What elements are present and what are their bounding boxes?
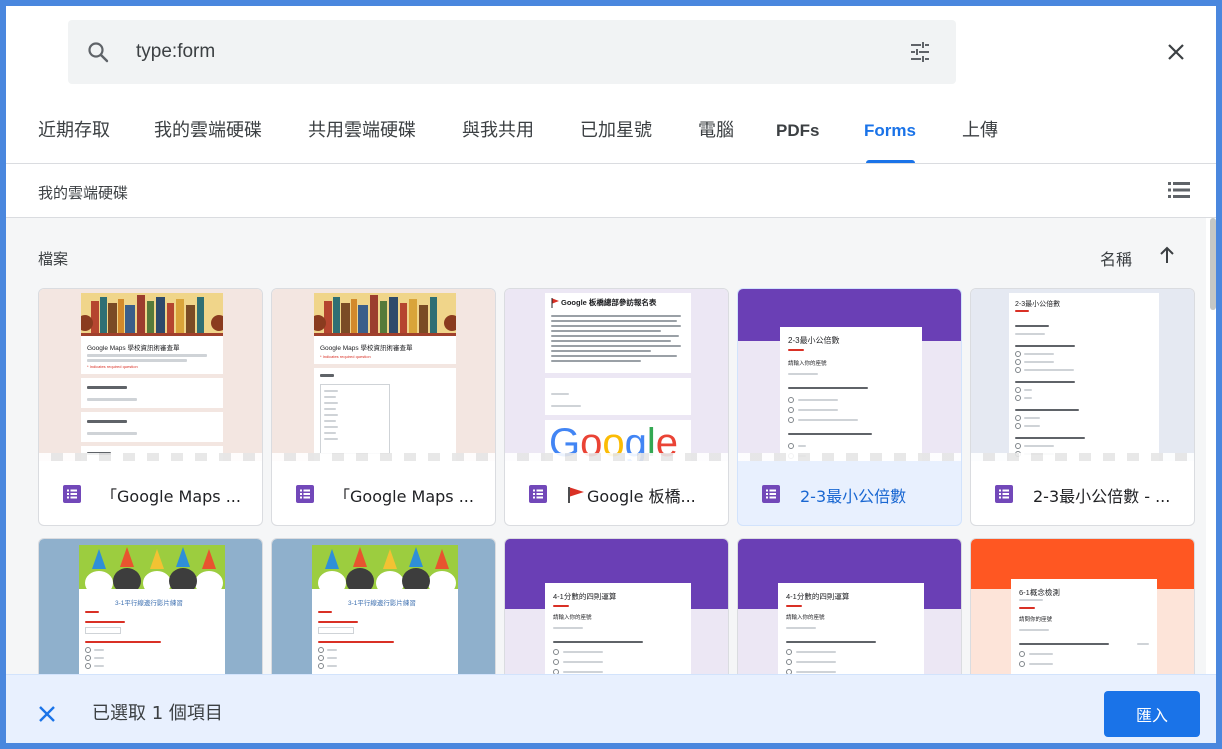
thumb-required-note: * Indicates required question (320, 354, 371, 359)
tab-upload[interactable]: 上傳 (962, 98, 998, 164)
thumb-form-title: 4-1分數的四則運算 (786, 592, 850, 601)
search-icon[interactable] (86, 40, 110, 64)
file-name: 「Google Maps ... (101, 487, 241, 506)
file-card[interactable]: Google Maps 學校資訊術審查單 * Indicates require… (271, 288, 496, 526)
file-thumbnail: 3-1平行線邊行影片練習 (272, 539, 495, 674)
thumb-form-title: 2-3最小公倍數 (788, 336, 840, 345)
party-cats-banner-icon (79, 545, 225, 589)
file-thumbnail: 4-1分數的四則運算 請輸入你的座號 (505, 539, 728, 674)
active-tab-indicator (866, 160, 915, 163)
file-name: Google 板橋... (587, 487, 696, 506)
file-thumbnail: Google 板橋總部參訪報名表 Google (505, 289, 728, 461)
thumb-question: 請問你的座號 (1019, 617, 1053, 623)
party-cats-banner-icon (312, 545, 458, 589)
files-section-label: 檔案 (38, 250, 69, 268)
thumb-form-title: 2-3最小公倍數 (1015, 301, 1061, 308)
selection-count-text: 已選取 1 個項目 (92, 703, 223, 724)
file-card[interactable]: 6-1概念檢測 請問你的座號 (970, 538, 1195, 674)
close-dialog-icon[interactable] (1164, 40, 1188, 64)
file-name: 2-3最小公倍數 - ... (1033, 487, 1171, 506)
file-card[interactable]: Google 板橋總部參訪報名表 Google Google 板橋... (504, 288, 729, 526)
red-flag-icon (551, 298, 559, 308)
file-thumbnail: 2-3最小公倍數 (971, 289, 1194, 461)
tab-pdfs[interactable]: PDFs (776, 98, 819, 164)
file-name: 2-3最小公倍數 (800, 487, 907, 506)
thumb-question: 請輸入你的座號 (553, 615, 592, 621)
thumb-form-title: Google 板橋總部參訪報名表 (561, 298, 657, 307)
file-card[interactable]: 2-3最小公倍數 2-3最小公倍數 - ... (970, 288, 1195, 526)
google-forms-icon (529, 485, 547, 503)
red-flag-icon (568, 487, 584, 503)
file-card-footer: Google 板橋... (505, 461, 728, 525)
google-forms-icon (995, 485, 1013, 503)
clear-selection-icon[interactable] (36, 703, 58, 725)
thumb-form-title: Google Maps 學校資訊術審查單 (320, 345, 413, 352)
file-thumbnail: 3-1平行線邊行影片練習 (39, 539, 262, 674)
tab-computers[interactable]: 電腦 (698, 98, 734, 164)
file-card[interactable]: 4-1分數的四則運算 請輸入你的座號 (737, 538, 962, 674)
list-view-icon[interactable] (1168, 180, 1190, 200)
file-card[interactable]: 3-1平行線邊行影片練習 (38, 538, 263, 674)
breadcrumb-row: 我的雲端硬碟 (6, 164, 1216, 218)
thumb-question: 請輸入你的座號 (786, 615, 825, 621)
thumb-form-title: 4-1分數的四則運算 (553, 592, 617, 601)
search-options-icon[interactable] (908, 40, 932, 64)
tab-bar: 近期存取 我的雲端硬碟 共用雲端硬碟 與我共用 已加星號 電腦 PDFs For… (6, 98, 1216, 164)
thumb-question: 請輸入你的座號 (788, 361, 827, 367)
file-name: 「Google Maps ... (334, 487, 474, 506)
file-card-selected[interactable]: 2-3最小公倍數 請輸入你的座號 2-3最小公倍數 (737, 288, 962, 526)
thumb-required-note: * Indicates required question (87, 364, 138, 369)
file-card[interactable]: Google Maps 學校資訊術審查單 * Indicates require… (38, 288, 263, 526)
picker-dialog: 近期存取 我的雲端硬碟 共用雲端硬碟 與我共用 已加星號 電腦 PDFs For… (0, 0, 1222, 749)
file-card[interactable]: 3-1平行線邊行影片練習 (271, 538, 496, 674)
file-card-footer: 「Google Maps ... (39, 461, 262, 525)
tab-forms[interactable]: Forms (864, 98, 916, 164)
file-thumbnail: 6-1概念檢測 請問你的座號 (971, 539, 1194, 674)
arrow-up-icon[interactable] (1156, 244, 1178, 266)
file-card[interactable]: 4-1分數的四則運算 請輸入你的座號 (504, 538, 729, 674)
file-thumbnail: Google Maps 學校資訊術審查單 * Indicates require… (272, 289, 495, 461)
google-forms-icon (296, 485, 314, 503)
books-banner-icon (314, 293, 456, 333)
breadcrumb[interactable]: 我的雲端硬碟 (38, 182, 128, 203)
thumb-form-title: 3-1平行線邊行影片練習 (348, 600, 416, 607)
tab-shared-drives[interactable]: 共用雲端硬碟 (308, 98, 416, 164)
thumb-form-title: Google Maps 學校資訊術審查單 (87, 345, 180, 352)
google-forms-icon (63, 485, 81, 503)
file-thumbnail: 2-3最小公倍數 請輸入你的座號 (738, 289, 961, 461)
tab-shared-with-me[interactable]: 與我共用 (462, 98, 534, 164)
tab-starred[interactable]: 已加星號 (580, 98, 652, 164)
search-input[interactable] (136, 32, 896, 72)
google-forms-icon (762, 485, 780, 503)
thumb-form-title: 6-1概念檢測 (1019, 588, 1060, 597)
file-grid-area: 檔案 名稱 Google Maps 學校資訊術審查單 * Indicates r… (6, 218, 1206, 674)
tab-my-drive[interactable]: 我的雲端硬碟 (154, 98, 262, 164)
sort-by-name[interactable]: 名稱 (1100, 246, 1132, 270)
file-thumbnail: Google Maps 學校資訊術審查單 * Indicates require… (39, 289, 262, 461)
file-thumbnail: 4-1分數的四則運算 請輸入你的座號 (738, 539, 961, 674)
tab-recent[interactable]: 近期存取 (38, 98, 110, 164)
search-row (6, 6, 1216, 98)
scrollbar-thumb[interactable] (1210, 218, 1216, 310)
file-card-footer: 2-3最小公倍數 (738, 461, 961, 525)
selection-bar: 已選取 1 個項目 匯入 (6, 674, 1216, 743)
file-card-footer: 2-3最小公倍數 - ... (971, 461, 1194, 525)
thumb-form-title: 3-1平行線邊行影片練習 (115, 600, 183, 607)
import-button[interactable]: 匯入 (1104, 691, 1200, 737)
file-card-footer: 「Google Maps ... (272, 461, 495, 525)
search-box[interactable] (68, 20, 956, 84)
books-banner-icon (81, 293, 223, 333)
